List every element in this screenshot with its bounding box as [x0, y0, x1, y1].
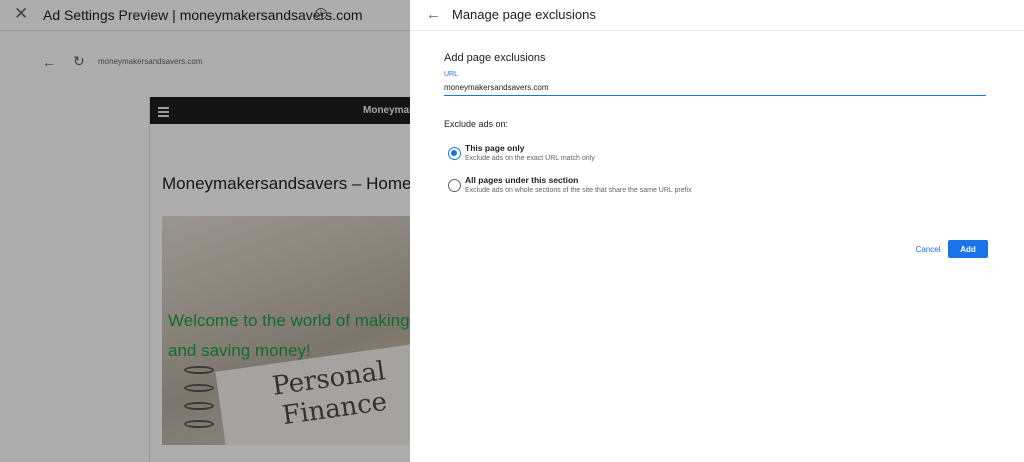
option-description: Exclude ads on whole sections of the sit… — [465, 187, 692, 194]
panel-header: ← Manage page exclusions — [410, 0, 1024, 31]
section-title: Add page exclusions — [444, 52, 546, 64]
option-title[interactable]: This page only — [465, 143, 525, 153]
exclude-ads-label: Exclude ads on: — [444, 119, 509, 129]
back-arrow-icon[interactable]: ← — [426, 6, 441, 23]
modal-overlay[interactable] — [0, 0, 410, 462]
cancel-button[interactable]: Cancel — [908, 240, 948, 258]
panel-title: Manage page exclusions — [452, 7, 596, 22]
url-field-label: URL — [444, 71, 459, 78]
radio-all-pages-under-section[interactable] — [448, 179, 461, 192]
add-button[interactable]: Add — [948, 240, 988, 258]
option-title[interactable]: All pages under this section — [465, 175, 578, 185]
url-input[interactable] — [444, 80, 986, 96]
radio-this-page-only[interactable] — [448, 147, 461, 160]
manage-exclusions-panel: ← Manage page exclusions Add page exclus… — [410, 0, 1024, 462]
option-description: Exclude ads on the exact URL match only — [465, 155, 595, 162]
